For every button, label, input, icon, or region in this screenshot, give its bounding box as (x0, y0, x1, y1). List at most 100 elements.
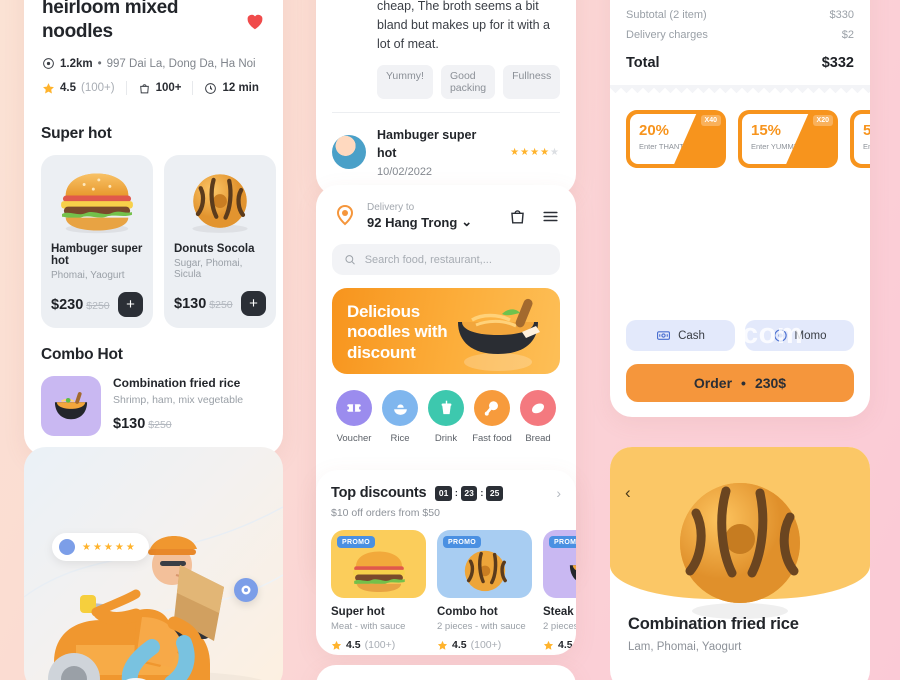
review-date: 10/02/2022 (377, 166, 433, 178)
search-bar[interactable] (332, 244, 560, 275)
restaurant-header: Super delicious heirloom mixed noodles 1… (24, 0, 283, 111)
drink-cup-icon (428, 390, 464, 426)
promo-list: PROMO Super hot Meat - with sauce 4.5 (1… (316, 519, 576, 651)
product-card[interactable]: Hambuger super hot Phomai, Yaogurt $230 $… (41, 155, 153, 329)
add-to-cart-button[interactable]: + (241, 291, 266, 317)
category-item-fastfood[interactable]: Fast food (471, 390, 513, 444)
hamburger-menu-icon[interactable] (541, 207, 560, 226)
category-label: Voucher (336, 433, 372, 444)
stars-filled: ★★★★ (510, 146, 551, 158)
restaurant-panel: Super delicious heirloom mixed noodles 1… (24, 0, 283, 457)
review-tag[interactable]: Yummy! (377, 65, 433, 99)
order-button[interactable]: Order • 230$ (626, 364, 854, 402)
divider (125, 81, 127, 96)
promo-rating-count: (100+) (364, 639, 396, 651)
discounts-header: Top discounts 01 : 23 : 25 › (316, 470, 576, 501)
distance-value: 1.2km (60, 57, 93, 70)
product-card[interactable]: Donuts Socola Sugar, Phomai, Sicula $130… (164, 155, 276, 329)
home-header: Delivery to 92 Hang Trong ⌄ (316, 185, 576, 230)
star-icon (437, 640, 448, 650)
review-text: Pho is super delicious, but very cheap, … (377, 0, 551, 51)
category-item-voucher[interactable]: Voucher (333, 390, 375, 444)
reviews-panel: 10/02/2022 Pho is super delicious, but v… (316, 0, 576, 196)
chevron-right-icon[interactable]: › (556, 485, 561, 501)
voucher-card[interactable]: 5% Enter X10 (850, 110, 870, 168)
subtotal-label: Subtotal (2 item) (626, 9, 707, 21)
promo-name: Combo hot (437, 606, 498, 618)
promo-name: Super hot (331, 606, 385, 618)
next-panel-stub (316, 665, 576, 680)
page-title: Super delicious heirloom mixed noodles (42, 0, 179, 43)
timer-seconds: 25 (486, 485, 503, 501)
promo-name: Steak Beef (543, 606, 576, 618)
product-old-price: $250 (209, 298, 233, 311)
promo-card[interactable]: PROMO Steak Beef 2 pieces - with sauce 4… (543, 530, 576, 651)
star-rating: ★★★★★ (510, 147, 560, 158)
voucher-badge: X20 (812, 115, 833, 126)
restaurant-address-row: 1.2km • 997 Dai La, Dong Da, Ha Noi (42, 57, 265, 70)
location-pin-icon (332, 203, 358, 229)
donut-icon (174, 165, 266, 239)
product-price-row: $230 $250 + (51, 292, 143, 318)
avatar (59, 539, 75, 555)
product-price: $130 (174, 295, 207, 312)
payment-other-button[interactable]: Momo (745, 320, 854, 351)
order-summary: Subtotal (2 item) $330 Delivery charges … (610, 0, 870, 75)
voucher-code: Enter THANTHAN (639, 142, 700, 151)
review-product-name: Hambuger super hot (377, 128, 477, 160)
voucher-card[interactable]: 20% Enter THANTHAN X40 (626, 110, 726, 168)
product-sub: Phomai, Yaogurt (51, 270, 125, 282)
voucher-percent: 5% (863, 122, 870, 139)
chevron-down-icon[interactable]: ⌄ (461, 214, 472, 230)
promo-banner[interactable]: Delicious noodles with discount (332, 288, 560, 374)
category-item-bread[interactable]: Bread (517, 390, 559, 444)
list-item[interactable]: Combination fried rice Shrimp, ham, mix … (41, 376, 266, 437)
voucher-card[interactable]: 15% Enter YUMMYCODE X20 (738, 110, 838, 168)
voucher-body: 5% Enter (854, 114, 870, 164)
delivery-address-text: 92 Hang Trong (367, 214, 458, 230)
bread-icon (520, 390, 556, 426)
divider (192, 81, 194, 96)
add-to-cart-button[interactable]: + (118, 292, 143, 318)
category-item-drink[interactable]: Drink (425, 390, 467, 444)
heart-icon[interactable] (244, 10, 266, 32)
star-icon (543, 640, 554, 650)
wallet-icon (773, 329, 787, 342)
donut-icon (680, 483, 800, 619)
timer-minutes: 23 (460, 485, 478, 501)
review-item[interactable]: Hambuger super hot 10/02/2022 ★★★★★ (316, 113, 576, 190)
delivery-address[interactable]: 92 Hang Trong ⌄ (367, 214, 472, 230)
promo-card[interactable]: PROMO Combo hot 2 pieces - with sauce 4.… (437, 530, 532, 651)
shopping-bag-icon[interactable] (508, 207, 527, 226)
review-tag[interactable]: Good packing (440, 65, 496, 99)
promo-sub: 2 pieces - with sauce (543, 621, 576, 632)
payment-methods: Cash Momo (610, 320, 870, 351)
countdown-timer: 01 : 23 : 25 (435, 485, 503, 501)
timer-hours: 01 (435, 485, 452, 501)
location-icon (43, 58, 54, 70)
search-input[interactable] (364, 253, 548, 266)
product-sub: Sugar, Phomai, Sicula (174, 258, 243, 281)
combo-hot-title: Combo Hot (41, 346, 123, 364)
discounts-title: Top discounts (331, 485, 427, 501)
rating-stat: 4.5 (100+) (42, 82, 115, 95)
delivery-label: Delivery to (367, 202, 415, 213)
product-name: Donuts Socola (174, 243, 255, 256)
review-tag[interactable]: Fullness (503, 65, 561, 99)
order-dot: • (741, 375, 746, 391)
chevron-left-icon[interactable]: ‹ (625, 483, 631, 503)
cash-icon (657, 331, 671, 340)
bag-icon (139, 84, 149, 94)
zigzag-divider (610, 85, 870, 94)
time-value: 12 min (222, 82, 259, 95)
total-label: Total (626, 55, 660, 71)
product-price: $230 (51, 296, 84, 313)
payment-cash-button[interactable]: Cash (626, 320, 735, 351)
product-price: $130 (113, 416, 146, 433)
order-label: Order (693, 375, 733, 391)
promo-card[interactable]: PROMO Super hot Meat - with sauce 4.5 (1… (331, 530, 426, 651)
total-value: $332 (821, 55, 854, 71)
super-hot-grid: Hambuger super hot Phomai, Yaogurt $230 $… (41, 155, 276, 329)
category-item-rice[interactable]: Rice (379, 390, 421, 444)
stars: ★★★★★ (82, 541, 137, 553)
